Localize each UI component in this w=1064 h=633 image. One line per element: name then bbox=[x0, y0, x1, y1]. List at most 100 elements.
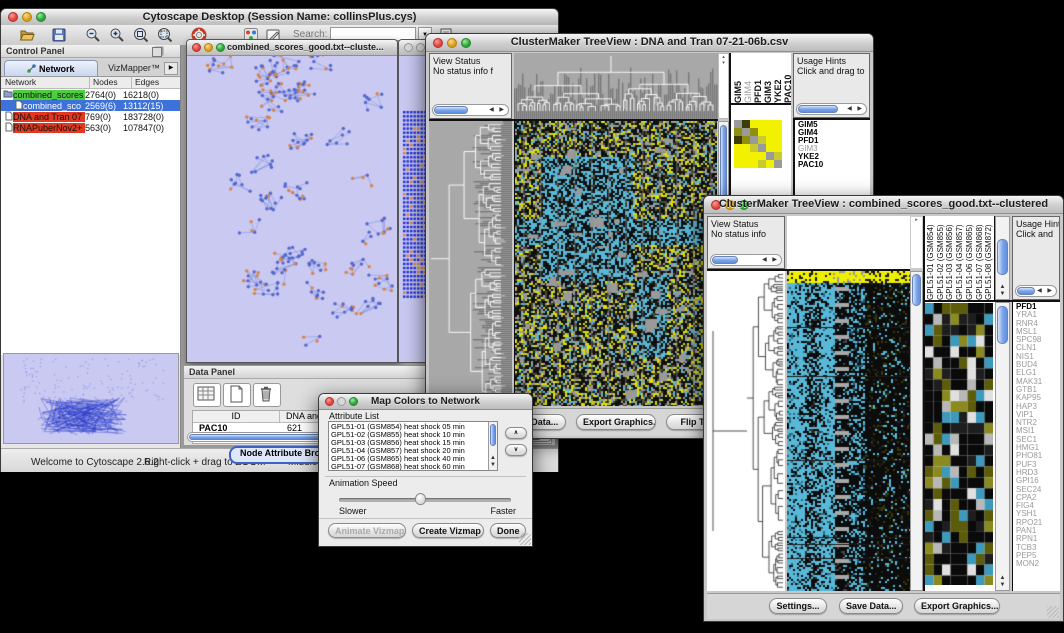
float-panel-icon[interactable] bbox=[152, 47, 162, 57]
new-attribute-button[interactable] bbox=[223, 383, 251, 407]
array-label[interactable]: GPL51-04 (GSM857) bbox=[955, 216, 965, 300]
matrix-cell[interactable] bbox=[750, 160, 758, 168]
tab-network[interactable]: Network bbox=[4, 60, 98, 76]
gene-label[interactable]: PAC10 bbox=[798, 161, 870, 169]
move-up-button[interactable]: ∧ bbox=[505, 427, 527, 439]
network-view-canvas[interactable] bbox=[188, 56, 394, 361]
heatmap-canvas[interactable] bbox=[787, 271, 910, 591]
matrix-cell[interactable] bbox=[758, 152, 766, 160]
gene-label[interactable]: CLN1 bbox=[1016, 344, 1060, 352]
gene-label[interactable]: PFD1 bbox=[798, 137, 870, 145]
treeview-button[interactable]: Settings... bbox=[769, 598, 827, 614]
usage-hints-hscrollbar[interactable]: ◀ ▶ bbox=[796, 103, 867, 115]
gene-label[interactable]: ELG1 bbox=[1016, 369, 1060, 377]
gene-label[interactable]: MSL1 bbox=[1016, 328, 1060, 336]
matrix-cell[interactable] bbox=[734, 136, 742, 144]
zoom-heatmap-canvas[interactable] bbox=[925, 303, 993, 585]
matrix-cell[interactable] bbox=[774, 160, 782, 168]
matrix-cell[interactable] bbox=[766, 152, 774, 160]
matrix-cell[interactable] bbox=[734, 152, 742, 160]
network-row[interactable]: RNAPuberNov2+563(0)107847(0) bbox=[1, 122, 180, 133]
array-label[interactable]: GPL51-02 (GSM855) bbox=[936, 216, 946, 300]
gene-label[interactable]: PFD1 bbox=[1016, 303, 1060, 311]
column-label[interactable]: PFD1 bbox=[753, 53, 761, 103]
matrix-cell[interactable] bbox=[774, 152, 782, 160]
treeview-button[interactable]: Save Data... bbox=[839, 598, 903, 614]
matrix-cell[interactable] bbox=[774, 128, 782, 136]
gene-label[interactable]: PUF3 bbox=[1016, 461, 1060, 469]
column-label[interactable]: GIM5 bbox=[733, 53, 741, 103]
gene-label[interactable]: RPO21 bbox=[1016, 519, 1060, 527]
network-row[interactable]: combined_scores2764(0)16218(0) bbox=[1, 89, 180, 100]
gene-label[interactable]: GIM3 bbox=[798, 145, 870, 153]
gene-label[interactable]: MON2 bbox=[1016, 560, 1060, 568]
gene-label[interactable]: HMG1 bbox=[1016, 444, 1060, 452]
array-label[interactable]: GPL51-06 (GSM865) bbox=[965, 216, 975, 300]
heatmap-vscrollbar[interactable] bbox=[910, 271, 923, 591]
close-button[interactable] bbox=[404, 43, 413, 52]
matrix-cell[interactable] bbox=[766, 144, 774, 152]
zoom-selected-icon[interactable] bbox=[133, 27, 149, 43]
matrix-cell[interactable] bbox=[734, 144, 742, 152]
matrix-cell[interactable] bbox=[766, 160, 774, 168]
gene-label[interactable]: HAP3 bbox=[1016, 403, 1060, 411]
column-label[interactable]: YKE2 bbox=[773, 53, 781, 103]
matrix-cell[interactable] bbox=[750, 128, 758, 136]
matrix-cell[interactable] bbox=[758, 128, 766, 136]
zoom-button[interactable] bbox=[216, 43, 225, 52]
gene-label[interactable]: YKE2 bbox=[798, 153, 870, 161]
gene-label[interactable]: MAK31 bbox=[1016, 378, 1060, 386]
network-row[interactable]: DNA and Tran 07769(0)183728(0) bbox=[1, 111, 180, 122]
view-status-hscrollbar[interactable]: ◀ ▶ bbox=[710, 254, 782, 266]
matrix-cell[interactable] bbox=[766, 120, 774, 128]
row-dendrogram-canvas[interactable] bbox=[429, 121, 512, 406]
gene-label[interactable]: MSI1 bbox=[1016, 427, 1060, 435]
gene-label[interactable]: KAP95 bbox=[1016, 394, 1060, 402]
matrix-cell[interactable] bbox=[742, 136, 750, 144]
array-label[interactable]: GPL51-08 (GSM872) bbox=[984, 216, 994, 300]
matrix-cell[interactable] bbox=[766, 136, 774, 144]
gene-label[interactable]: GIM5 bbox=[798, 121, 870, 129]
matrix-cell[interactable] bbox=[758, 160, 766, 168]
tab-overflow-button[interactable]: ▶ bbox=[164, 62, 178, 75]
column-header-id[interactable]: ID bbox=[193, 411, 280, 422]
speed-slider-thumb[interactable] bbox=[415, 493, 426, 505]
gene-label[interactable]: PHO81 bbox=[1016, 452, 1060, 460]
zoom-in-icon[interactable] bbox=[109, 27, 125, 43]
array-label[interactable]: GPL51-07 (GSM868) bbox=[975, 216, 985, 300]
matrix-cell[interactable] bbox=[734, 128, 742, 136]
attribute-listbox[interactable]: GPL51-01 (GSM854) heat shock 05 minGPL51… bbox=[328, 421, 498, 471]
matrix-cell[interactable] bbox=[742, 160, 750, 168]
select-attributes-button[interactable] bbox=[193, 383, 221, 407]
network-row[interactable]: combined_sco2569(6)13112(15) bbox=[1, 100, 180, 111]
gene-label[interactable]: NIS1 bbox=[1016, 353, 1060, 361]
close-button[interactable] bbox=[192, 43, 201, 52]
zoom-heatmap-vscrollbar[interactable]: ▲▼ bbox=[995, 302, 1010, 591]
matrix-cell[interactable] bbox=[750, 136, 758, 144]
row-dendrogram-canvas[interactable] bbox=[707, 271, 785, 591]
matrix-cell[interactable] bbox=[742, 152, 750, 160]
open-session-icon[interactable] bbox=[19, 27, 35, 43]
zoom-out-icon[interactable] bbox=[85, 27, 101, 43]
usage-hints-hscrollbar[interactable]: ◀ ▶ bbox=[1015, 285, 1057, 297]
matrix-cell[interactable] bbox=[766, 128, 774, 136]
matrix-cell[interactable] bbox=[758, 144, 766, 152]
array-label[interactable]: GPL51-01 (GSM854) bbox=[926, 216, 936, 300]
matrix-cell[interactable] bbox=[774, 144, 782, 152]
matrix-cell[interactable] bbox=[750, 144, 758, 152]
network-overview-panel[interactable] bbox=[3, 353, 179, 444]
gene-label[interactable]: YRA1 bbox=[1016, 311, 1060, 319]
attribute-list-vscrollbar[interactable]: ▲▼ bbox=[488, 422, 497, 470]
gene-label[interactable]: YSH1 bbox=[1016, 510, 1060, 518]
resize-grip[interactable] bbox=[1047, 606, 1059, 618]
save-session-icon[interactable] bbox=[51, 27, 67, 43]
tab-vizmapper[interactable]: VizMapper™ bbox=[100, 60, 168, 76]
column-dendrogram-canvas[interactable] bbox=[514, 53, 718, 119]
gene-label[interactable]: GTB1 bbox=[1016, 386, 1060, 394]
zoom-matrix[interactable] bbox=[734, 120, 782, 168]
treeview2-title-bar[interactable]: ClusterMaker TreeView : combined_scores_… bbox=[704, 196, 1063, 214]
heatmap-canvas[interactable] bbox=[514, 121, 717, 406]
zoom-fit-icon[interactable] bbox=[157, 27, 173, 43]
gene-label[interactable]: SEC1 bbox=[1016, 436, 1060, 444]
gene-label[interactable]: SEC24 bbox=[1016, 486, 1060, 494]
